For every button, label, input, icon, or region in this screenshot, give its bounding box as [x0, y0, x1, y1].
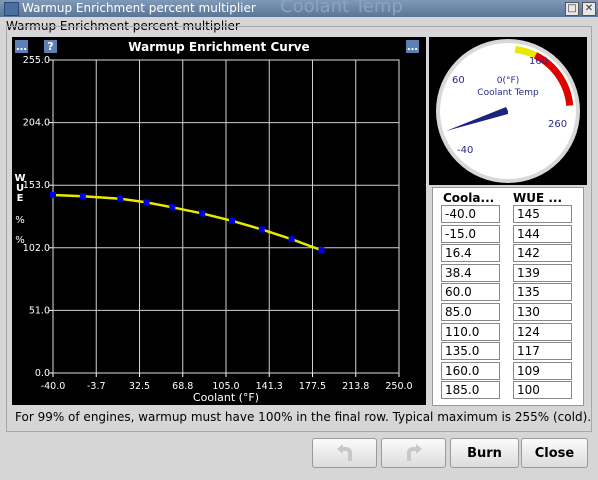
curve-chart[interactable]: … ? … Warmup Enrichment Curve -40.0 -3.7 32… [12, 37, 426, 405]
y-tick-label: 255.0 [23, 55, 50, 66]
data-point [169, 204, 176, 211]
x-tick-label: 213.8 [342, 381, 369, 392]
coolant-cell[interactable]: 160.0 [441, 361, 500, 380]
coolant-cell[interactable]: 85.0 [441, 303, 500, 321]
y-tick-label: 102.0 [23, 243, 50, 254]
window-title: Warmup Enrichment percent multiplier [22, 1, 256, 15]
data-point [199, 210, 206, 217]
maximize-button[interactable]: □ [565, 2, 579, 16]
gauge-svg: 60 160 260 -40 0(°F) Coolant Temp [436, 39, 580, 183]
coolant-gauge: 60 160 260 -40 0(°F) Coolant Temp [429, 37, 587, 185]
gauge-tick-60: 60 [452, 75, 465, 86]
table-header-wue[interactable]: WUE ... [513, 191, 562, 205]
wue-table: Coola... WUE ... -40.0 145 -15.0 144 16.4 142… [432, 187, 584, 406]
coolant-cell[interactable]: 60.0 [441, 283, 500, 302]
wue-cell[interactable]: 109 [513, 361, 572, 380]
y-axis-label: % [15, 235, 25, 246]
gauge-value: 0(°F) [497, 76, 519, 86]
gauge-tick-neg40: -40 [457, 145, 473, 156]
app-icon [4, 2, 19, 16]
wue-cell[interactable]: 142 [513, 244, 572, 263]
wue-cell[interactable]: 135 [513, 283, 572, 302]
data-point [50, 192, 56, 199]
gauge-tick-260: 260 [548, 119, 567, 130]
x-tick-label: 68.8 [172, 381, 193, 392]
x-tick-label: 250.0 [385, 381, 412, 392]
close-button[interactable]: Close [521, 438, 588, 468]
y-tick-label: 153.0 [23, 180, 50, 191]
coolant-cell[interactable]: 110.0 [441, 322, 500, 341]
table-header-coolant[interactable]: Coola... [443, 191, 494, 205]
close-label: Close [534, 446, 575, 461]
wue-cell[interactable]: 124 [513, 322, 572, 341]
y-tick-label: 51.0 [29, 305, 50, 316]
data-point [288, 236, 295, 243]
x-tick-label: 32.5 [129, 381, 150, 392]
help-text: For 99% of engines, warmup must have 100… [15, 410, 592, 424]
x-axis-label: Coolant (°F) [193, 391, 259, 404]
data-point [258, 226, 265, 233]
coolant-cell[interactable]: 16.4 [441, 244, 500, 263]
x-tick-label: -40.0 [41, 381, 66, 392]
series-line [52, 193, 322, 252]
redo-button[interactable] [381, 438, 446, 468]
undo-icon [336, 444, 352, 461]
y-tick-label: 204.0 [23, 118, 50, 129]
coolant-cell[interactable]: 135.0 [441, 342, 500, 361]
close-window-button[interactable]: ✕ [582, 2, 596, 16]
x-tick-label: 177.5 [299, 381, 326, 392]
chart-canvas: Warmup Enrichment Curve -40.0 -3.7 32.5 68.8… [14, 40, 412, 404]
data-point [117, 195, 124, 202]
data-point [79, 193, 86, 200]
wue-cell[interactable]: 144 [513, 224, 572, 243]
background-window-title: Coolant Temp [280, 0, 403, 17]
y-axis-label: E [17, 193, 24, 204]
y-tick-label: 0.0 [35, 368, 50, 379]
wue-cell[interactable]: 117 [513, 342, 572, 361]
x-tick-label: -3.7 [87, 381, 106, 392]
chart-title: Warmup Enrichment Curve [128, 40, 309, 54]
wue-cell[interactable]: 100 [513, 381, 572, 400]
burn-label: Burn [467, 446, 502, 461]
x-tick-label: 141.3 [256, 381, 283, 392]
gauge-label: Coolant Temp [477, 88, 539, 98]
wue-cell[interactable]: 130 [513, 303, 572, 321]
y-axis-label: % [15, 215, 25, 226]
wue-cell[interactable]: 145 [513, 205, 572, 223]
data-point [143, 199, 150, 206]
undo-button[interactable] [312, 438, 377, 468]
coolant-cell[interactable]: 38.4 [441, 263, 500, 282]
coolant-cell[interactable]: -15.0 [441, 224, 500, 243]
redo-icon [406, 444, 422, 461]
gauge-tick-160: 160 [529, 56, 548, 67]
data-point [228, 217, 235, 224]
window-title-bar: Warmup Enrichment percent multiplier Coo… [0, 0, 598, 17]
coolant-cell[interactable]: -40.0 [441, 205, 500, 223]
wue-cell[interactable]: 139 [513, 263, 572, 282]
coolant-cell[interactable]: 185.0 [441, 381, 500, 400]
burn-button[interactable]: Burn [450, 438, 519, 468]
data-point [318, 247, 325, 254]
